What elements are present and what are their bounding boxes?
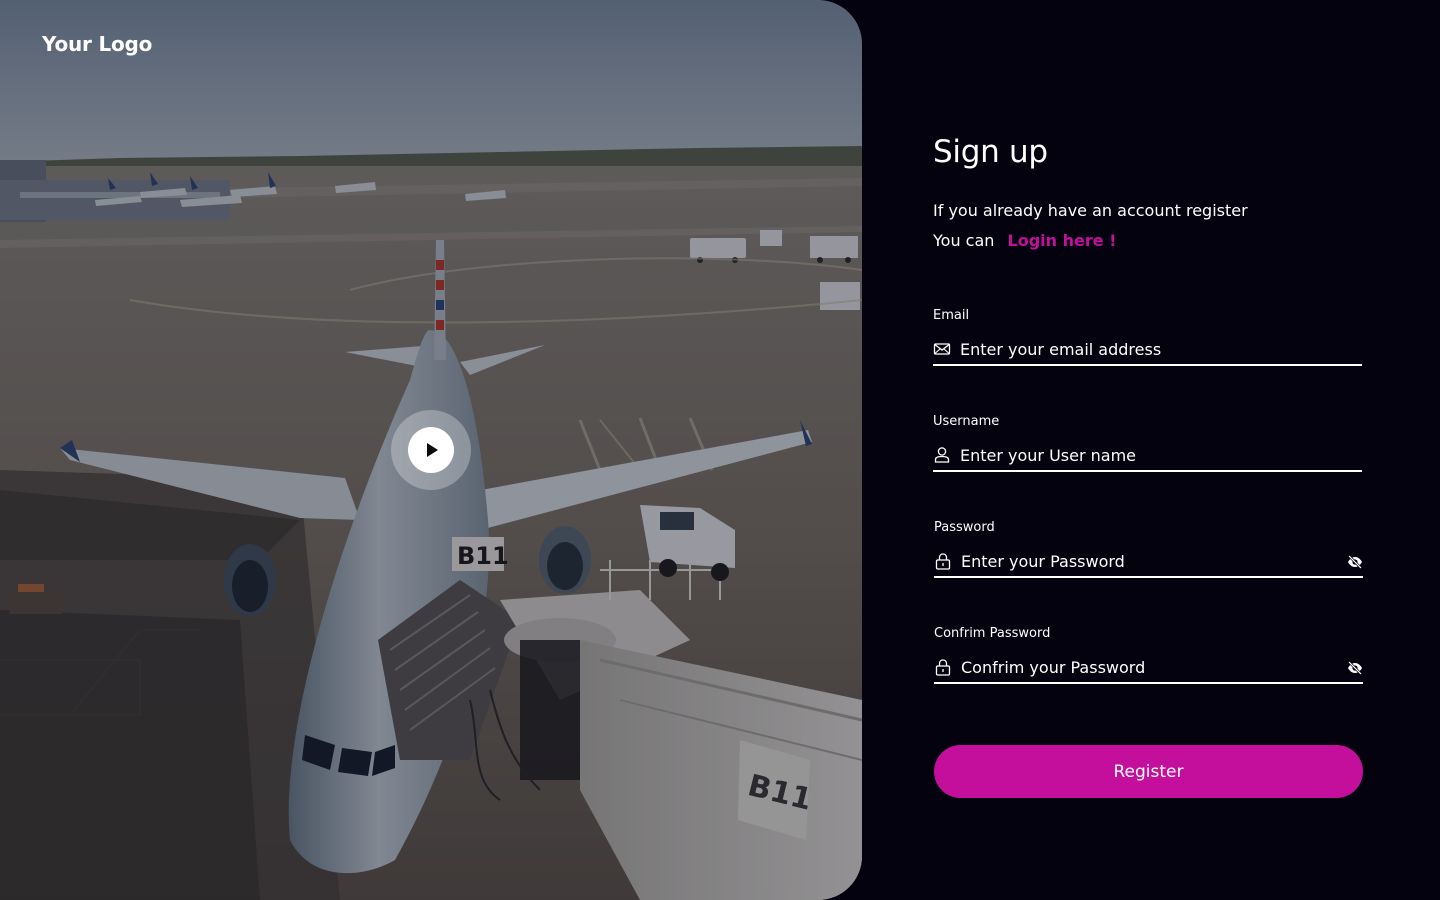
password-label: Password <box>934 520 995 535</box>
username-field-row <box>933 442 1362 472</box>
confirm-password-input[interactable] <box>961 654 1341 680</box>
page-title: Sign up <box>933 134 1048 170</box>
signup-page: B11 B11 Your Logo Sign up If you already… <box>0 0 1440 900</box>
username-label: Username <box>933 414 1000 429</box>
mail-icon <box>933 343 951 355</box>
user-icon <box>934 447 950 463</box>
lock-icon <box>935 553 951 570</box>
eye-off-icon[interactable] <box>1347 554 1363 570</box>
eye-off-icon[interactable] <box>1347 660 1363 676</box>
register-button[interactable]: Register <box>934 745 1363 798</box>
password-input[interactable] <box>961 548 1341 574</box>
signup-form-panel: Sign up If you already have an account r… <box>933 0 1363 900</box>
confirm-password-field-row <box>934 654 1363 684</box>
username-input[interactable] <box>960 442 1340 468</box>
confirm-password-label: Confrim Password <box>934 626 1051 641</box>
login-link[interactable]: Login here ! <box>1008 231 1117 250</box>
email-label: Email <box>933 308 970 323</box>
login-prompt-line: You can Login here ! <box>933 231 1116 250</box>
email-input[interactable] <box>960 336 1340 362</box>
play-icon <box>427 443 438 457</box>
video-play-button[interactable] <box>391 410 471 490</box>
hero-panel: B11 B11 Your Logo <box>0 0 862 900</box>
play-button-core[interactable] <box>408 427 454 473</box>
signup-subtitle: If you already have an account register <box>933 201 1248 220</box>
login-prompt-text: You can <box>933 231 995 250</box>
password-field-row <box>934 548 1363 578</box>
email-field-row <box>933 336 1362 366</box>
brand-logo[interactable]: Your Logo <box>42 32 152 56</box>
lock-icon <box>935 659 951 676</box>
